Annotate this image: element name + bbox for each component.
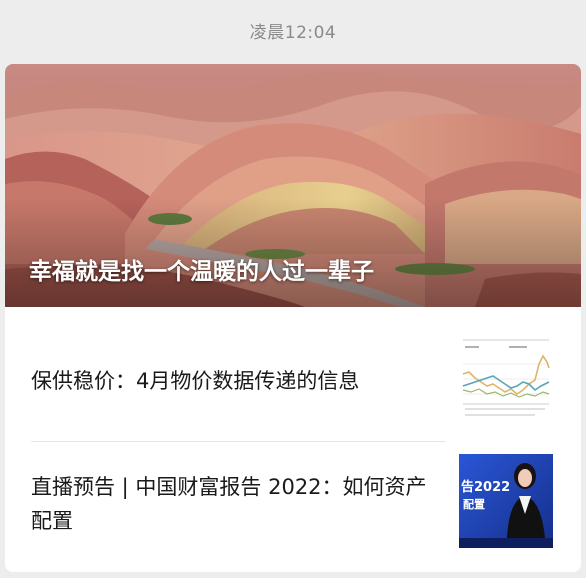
line-chart-thumbnail <box>459 334 553 428</box>
message-timestamp: 凌晨12:04 <box>249 23 337 43</box>
thumbnail-subline: 配置 <box>463 498 485 511</box>
article-item[interactable]: 保供稳价：4月物价数据传递的信息 <box>5 307 581 441</box>
article-title: 直播预告 | 中国财富报告 2022：如何资产配置 <box>31 475 427 533</box>
article-item[interactable]: 直播预告 | 中国财富报告 2022：如何资产配置 告2022 配置 <box>5 442 581 572</box>
thumbnail-headline: 告2022 <box>461 480 511 495</box>
article-thumbnail: 告2022 配置 <box>459 454 553 548</box>
cover-title: 幸福就是找一个温暖的人过一辈子 <box>29 259 374 285</box>
article-card: 幸福就是找一个温暖的人过一辈子 保供稳价：4月物价数据传递的信息 直播预告 | … <box>5 64 581 572</box>
cover-article[interactable]: 幸福就是找一个温暖的人过一辈子 <box>5 64 581 307</box>
article-thumbnail <box>459 334 553 428</box>
article-title: 保供稳价：4月物价数据传递的信息 <box>31 369 360 393</box>
